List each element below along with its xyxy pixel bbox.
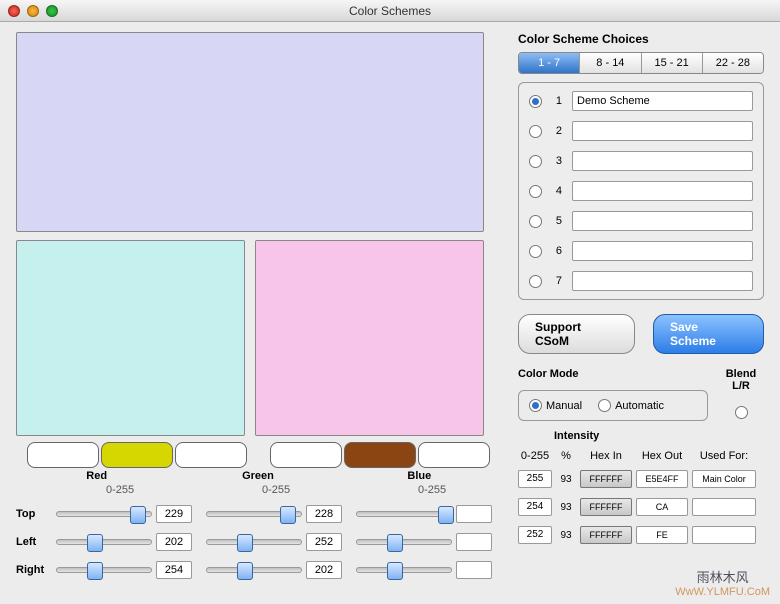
int-val-0[interactable]: 255 <box>518 470 552 488</box>
row-top-label: Top <box>16 508 50 520</box>
choices-title: Color Scheme Choices <box>518 32 764 46</box>
scheme-radio-7[interactable] <box>529 275 542 288</box>
row-right-label: Right <box>16 564 50 576</box>
scheme-radio-6[interactable] <box>529 245 542 258</box>
tab-1-7[interactable]: 1 - 7 <box>519 53 580 73</box>
label-green: Green <box>177 470 338 482</box>
hexin-2[interactable]: FFFFFF <box>580 526 632 544</box>
val-right-b[interactable] <box>456 561 492 579</box>
mode-auto-radio[interactable] <box>598 399 611 412</box>
left-swatch <box>16 240 245 436</box>
top-swatch <box>16 32 484 232</box>
val-top-g[interactable]: 228 <box>306 505 342 523</box>
range-r: 0-255 <box>16 484 172 496</box>
scheme-name-3[interactable] <box>572 151 753 171</box>
slider-top-b[interactable] <box>356 511 452 517</box>
scheme-radio-2[interactable] <box>529 125 542 138</box>
tab-22-28[interactable]: 22 - 28 <box>703 53 763 73</box>
scheme-name-5[interactable] <box>572 211 753 231</box>
val-left-g[interactable]: 252 <box>306 533 342 551</box>
label-blue: Blue <box>339 470 500 482</box>
range-g: 0-255 <box>172 484 328 496</box>
slider-left-r[interactable] <box>56 539 152 545</box>
hexin-1[interactable]: FFFFFF <box>580 498 632 516</box>
chip-red-3[interactable] <box>175 442 247 468</box>
slider-right-b[interactable] <box>356 567 452 573</box>
tab-15-21[interactable]: 15 - 21 <box>642 53 703 73</box>
slider-right-g[interactable] <box>206 567 302 573</box>
slider-left-b[interactable] <box>356 539 452 545</box>
val-right-r[interactable]: 254 <box>156 561 192 579</box>
tab-8-14[interactable]: 8 - 14 <box>580 53 641 73</box>
scheme-radio-1[interactable] <box>529 95 542 108</box>
scheme-radio-4[interactable] <box>529 185 542 198</box>
slider-left-g[interactable] <box>206 539 302 545</box>
save-button[interactable]: Save Scheme <box>653 314 764 354</box>
right-swatch <box>255 240 484 436</box>
used-1 <box>692 498 756 516</box>
range-tabs: 1 - 7 8 - 14 15 - 21 22 - 28 <box>518 52 764 74</box>
int-val-1[interactable]: 254 <box>518 498 552 516</box>
blend-label: Blend L/R <box>718 368 764 392</box>
int-val-2[interactable]: 252 <box>518 526 552 544</box>
slider-top-g[interactable] <box>206 511 302 517</box>
window-title: Color Schemes <box>0 4 780 18</box>
used-2 <box>692 526 756 544</box>
scheme-list: 1 2 3 4 5 6 7 <box>518 82 764 300</box>
hexin-0[interactable]: FFFFFF <box>580 470 632 488</box>
slider-top-r[interactable] <box>56 511 152 517</box>
chip-red-2[interactable] <box>101 442 173 468</box>
scheme-name-4[interactable] <box>572 181 753 201</box>
titlebar: Color Schemes <box>0 0 780 22</box>
val-top-b[interactable] <box>456 505 492 523</box>
val-top-r[interactable]: 229 <box>156 505 192 523</box>
scheme-name-2[interactable] <box>572 121 753 141</box>
intensity-title: Intensity <box>518 430 764 442</box>
chip-green-1[interactable] <box>270 442 342 468</box>
chip-green-3[interactable] <box>418 442 490 468</box>
val-left-b[interactable] <box>456 533 492 551</box>
hexout-1: CA <box>636 498 688 516</box>
scheme-radio-3[interactable] <box>529 155 542 168</box>
chip-green-2[interactable] <box>344 442 416 468</box>
hexout-0: E5E4FF <box>636 470 688 488</box>
row-left-label: Left <box>16 536 50 548</box>
mode-title: Color Mode <box>518 368 708 380</box>
scheme-name-7[interactable] <box>572 271 753 291</box>
used-0: Main Color <box>692 470 756 488</box>
blend-radio[interactable] <box>735 406 748 419</box>
support-button[interactable]: Support CSoM <box>518 314 635 354</box>
val-right-g[interactable]: 202 <box>306 561 342 579</box>
mode-manual-radio[interactable] <box>529 399 542 412</box>
scheme-name-6[interactable] <box>572 241 753 261</box>
label-red: Red <box>16 470 177 482</box>
val-left-r[interactable]: 202 <box>156 533 192 551</box>
scheme-radio-5[interactable] <box>529 215 542 228</box>
slider-right-r[interactable] <box>56 567 152 573</box>
scheme-name-1[interactable] <box>572 91 753 111</box>
chip-red-1[interactable] <box>27 442 99 468</box>
hexout-2: FE <box>636 526 688 544</box>
range-b: 0-255 <box>328 484 484 496</box>
